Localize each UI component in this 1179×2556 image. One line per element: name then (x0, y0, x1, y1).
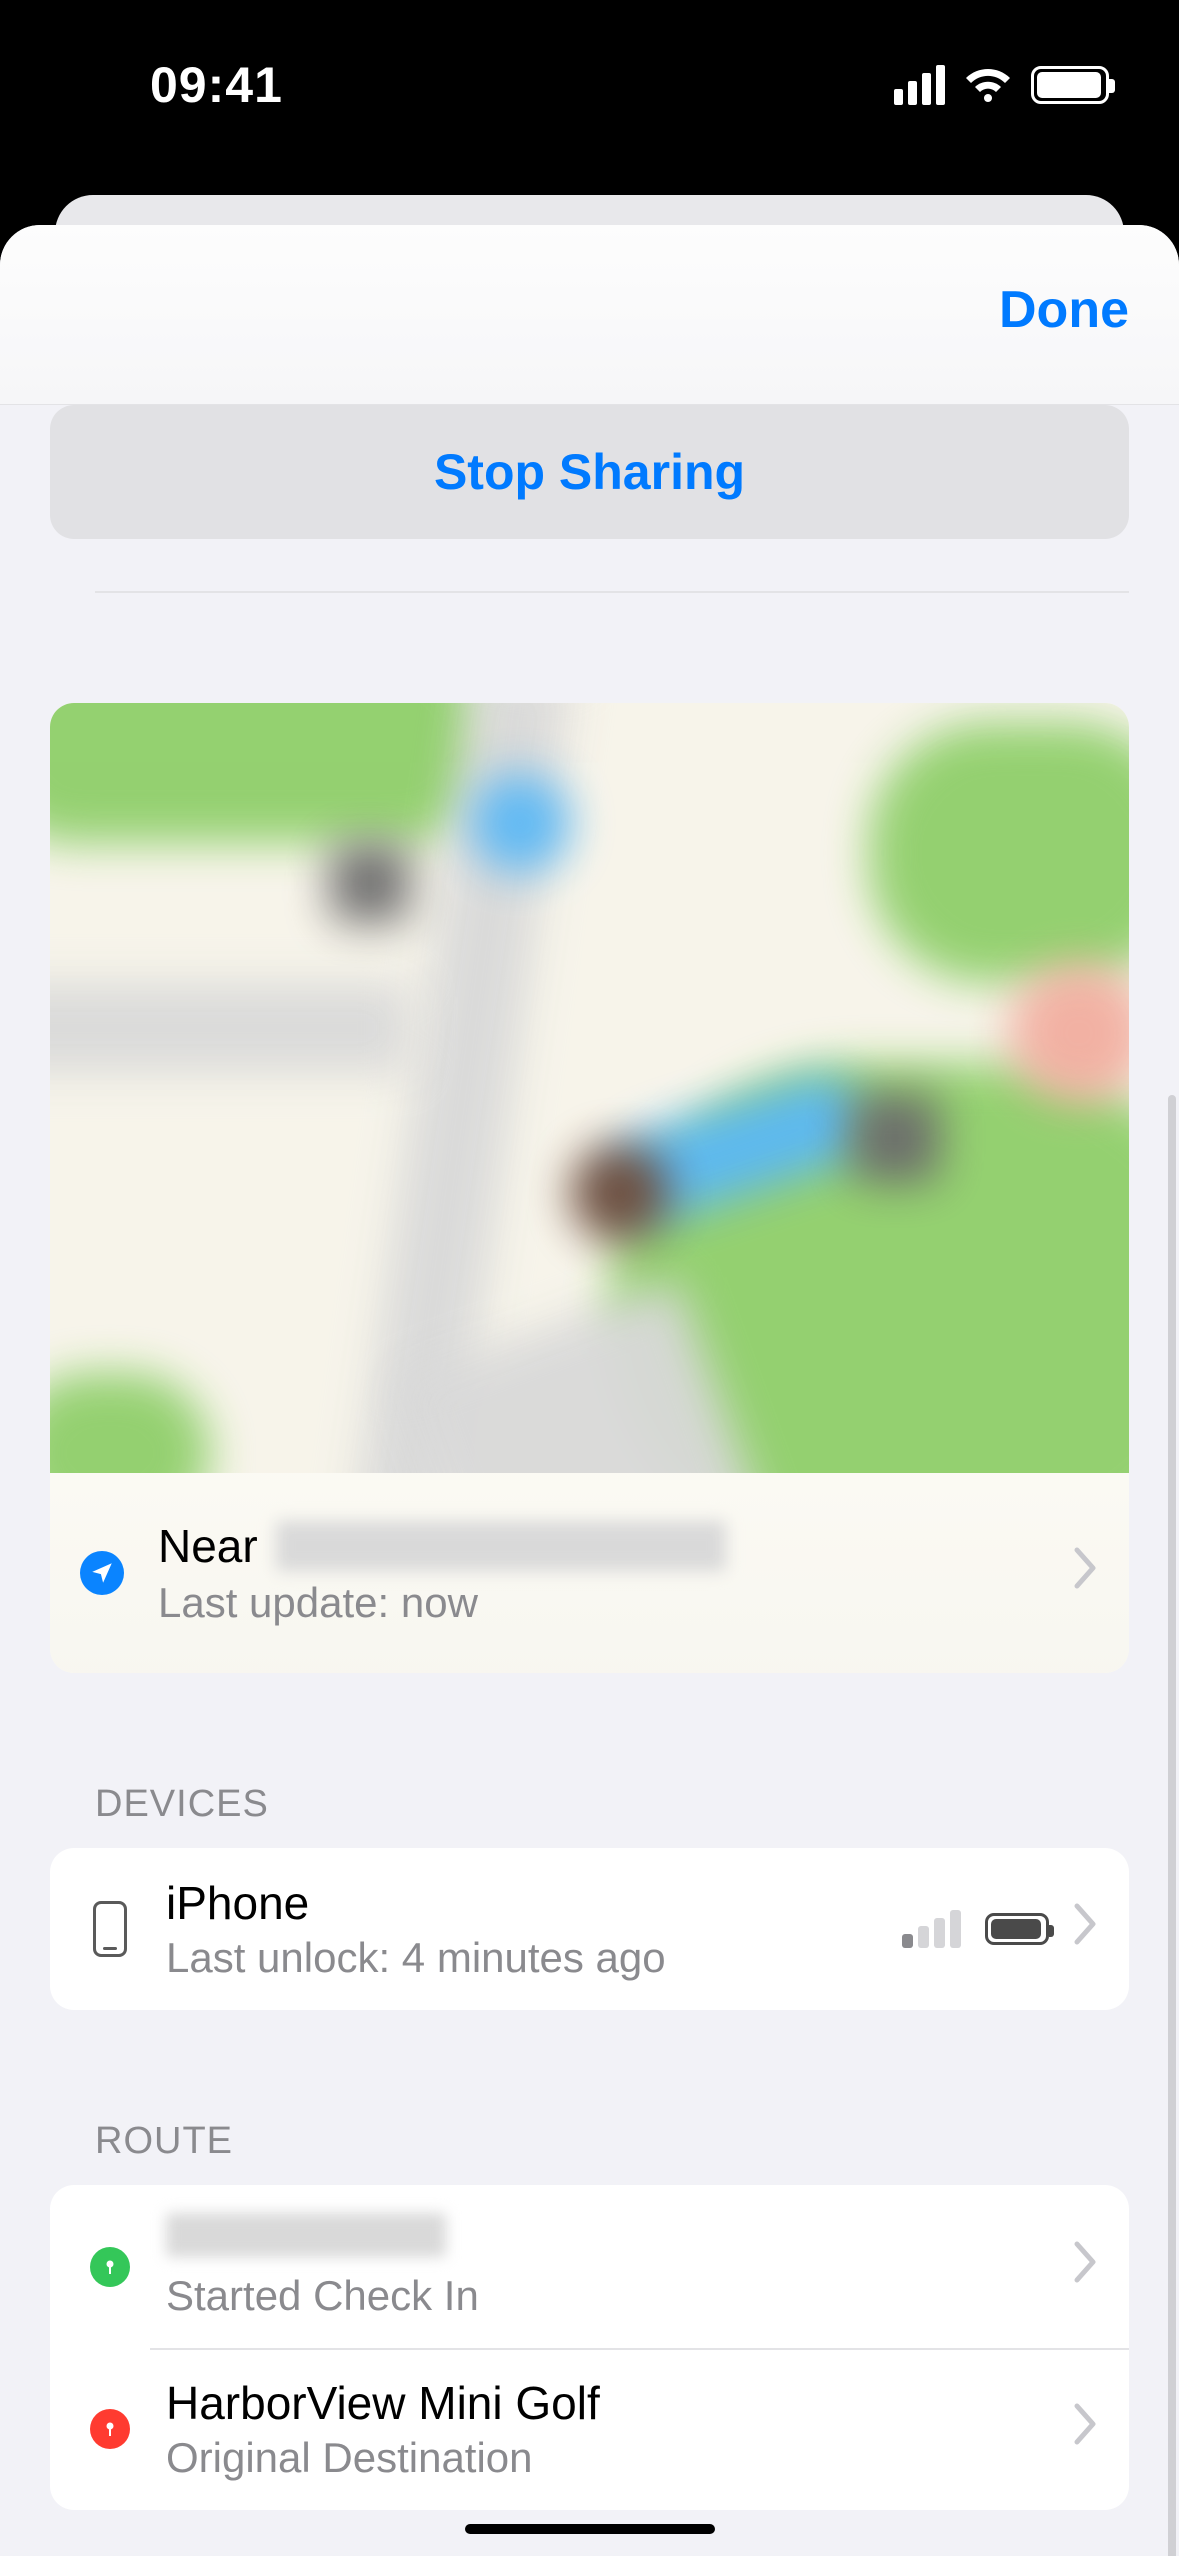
device-row[interactable]: iPhone Last unlock: 4 minutes ago (50, 1848, 1129, 2010)
route-dest-row[interactable]: HarborView Mini Golf Original Destinatio… (50, 2348, 1129, 2510)
iphone-icon (93, 1901, 127, 1957)
status-bar: 09:41 (0, 0, 1179, 170)
route-dest-title: HarborView Mini Golf (166, 2376, 1073, 2430)
divider (95, 591, 1129, 593)
route-header: ROUTE (95, 2120, 1129, 2163)
location-title: Near (158, 1519, 1073, 1573)
route-start-row[interactable]: Started Check In (50, 2185, 1129, 2348)
chevron-right-icon (1073, 1900, 1099, 1958)
home-indicator[interactable] (465, 2524, 715, 2534)
scrollbar[interactable] (1168, 1095, 1176, 2556)
modal-sheet: Done Stop Sharing (0, 225, 1179, 2556)
stop-sharing-button[interactable]: Stop Sharing (50, 405, 1129, 539)
pin-start-icon (90, 2247, 130, 2287)
status-time: 09:41 (70, 56, 283, 114)
done-button[interactable]: Done (999, 280, 1129, 340)
location-prefix: Near (158, 1519, 258, 1573)
devices-card: iPhone Last unlock: 4 minutes ago (50, 1848, 1129, 2010)
map-preview[interactable] (50, 703, 1129, 1473)
chevron-right-icon (1073, 1544, 1099, 1602)
route-start-redacted (166, 2213, 446, 2257)
device-signal-icon (902, 1910, 961, 1948)
battery-icon (1031, 66, 1109, 104)
chevron-right-icon (1073, 2238, 1099, 2296)
chevron-right-icon (1073, 2400, 1099, 2458)
devices-header: DEVICES (95, 1783, 1129, 1826)
nav-bar: Done (0, 225, 1179, 405)
location-subtitle: Last update: now (158, 1579, 1073, 1627)
route-start-subtitle: Started Check In (166, 2272, 1073, 2320)
device-name: iPhone (166, 1876, 902, 1930)
wifi-icon (963, 66, 1013, 104)
pin-destination-icon (90, 2409, 130, 2449)
location-arrow-icon (80, 1551, 124, 1595)
map-card: Near Last update: now (50, 703, 1129, 1673)
device-battery-icon (985, 1913, 1049, 1945)
status-icons (894, 65, 1109, 105)
device-subtitle: Last unlock: 4 minutes ago (166, 1934, 902, 1982)
cellular-icon (894, 65, 945, 105)
location-row[interactable]: Near Last update: now (50, 1473, 1129, 1673)
route-start-title (166, 2213, 1073, 2268)
route-card: Started Check In Harbo (50, 2185, 1129, 2510)
location-redacted (276, 1521, 726, 1571)
route-dest-subtitle: Original Destination (166, 2434, 1073, 2482)
